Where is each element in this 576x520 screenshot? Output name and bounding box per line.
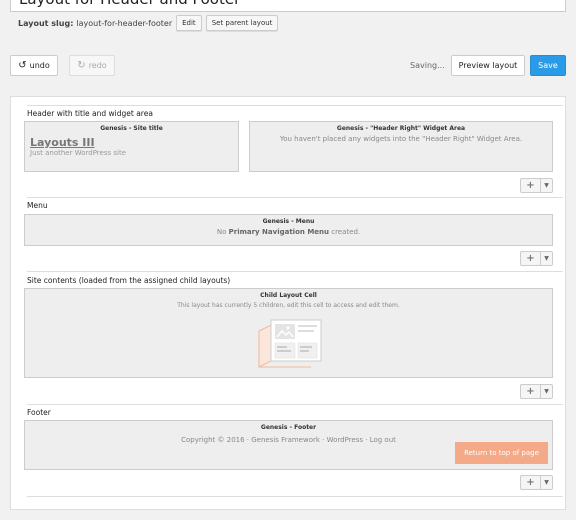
row-title-contents: Site contents (loaded from the assigned … — [27, 276, 231, 285]
footer-cell[interactable]: Genesis - Footer Copyright © 2016 · Gene… — [24, 420, 553, 470]
row-title-header: Header with title and widget area — [27, 109, 153, 118]
header-right-widget-cell[interactable]: Genesis - "Header Right" Widget Area You… — [249, 121, 553, 172]
row-title-menu: Menu — [27, 201, 48, 210]
add-icon[interactable]: + — [521, 476, 541, 489]
row-separator — [27, 271, 563, 272]
add-cell-control[interactable]: + ▼ — [520, 384, 553, 399]
redo-icon: ↻ — [77, 60, 86, 71]
cell-title: Genesis - Site title — [100, 125, 163, 132]
save-button[interactable]: Save — [530, 55, 566, 76]
set-parent-layout-button[interactable]: Set parent layout — [205, 15, 279, 31]
undo-label: undo — [29, 61, 50, 70]
row-separator — [27, 197, 563, 198]
caret-down-icon[interactable]: ▼ — [541, 476, 552, 489]
add-icon[interactable]: + — [521, 179, 541, 192]
site-name-link[interactable]: Layouts III — [30, 136, 238, 149]
slug-row: Layout slug: layout-for-header-footer Ed… — [18, 14, 282, 32]
cell-title: Child Layout Cell — [260, 292, 317, 299]
add-icon[interactable]: + — [521, 252, 541, 265]
caret-down-icon[interactable]: ▼ — [541, 252, 552, 265]
undo-icon: ↺ — [18, 60, 27, 71]
undo-button[interactable]: ↺ undo — [10, 55, 58, 76]
menu-cell[interactable]: Genesis - Menu No Primary Navigation Men… — [24, 214, 553, 246]
return-to-top-button[interactable]: Return to top of page — [455, 442, 548, 464]
cell-title: Genesis - Menu — [262, 218, 315, 225]
add-cell-control[interactable]: + ▼ — [520, 475, 553, 490]
layout-title-input[interactable] — [10, 0, 566, 12]
site-tagline: Just another WordPress site — [30, 149, 127, 157]
child-layout-cell[interactable]: Child Layout Cell This layout has curren… — [24, 288, 553, 378]
caret-down-icon[interactable]: ▼ — [541, 385, 552, 398]
site-title-cell[interactable]: Genesis - Site title Layouts III Just an… — [24, 121, 239, 172]
add-cell-control[interactable]: + ▼ — [520, 251, 553, 266]
row-separator — [27, 105, 563, 106]
preview-layout-button[interactable]: Preview layout — [451, 55, 525, 76]
add-cell-control[interactable]: + ▼ — [520, 178, 553, 193]
edit-slug-button[interactable]: Edit — [176, 15, 202, 31]
redo-button[interactable]: ↻ redo — [69, 55, 115, 76]
layout-editor-panel: Header with title and widget area Genesi… — [10, 96, 566, 510]
saving-status: Saving... — [410, 61, 445, 70]
row-separator — [27, 404, 563, 405]
add-icon[interactable]: + — [521, 385, 541, 398]
cell-text: This layout has currently 5 children, ed… — [177, 302, 400, 309]
redo-label: redo — [88, 61, 107, 70]
caret-down-icon[interactable]: ▼ — [541, 179, 552, 192]
cell-title: Genesis - "Header Right" Widget Area — [336, 125, 466, 132]
row-separator — [27, 496, 563, 497]
slug-value: layout-for-header-footer — [76, 18, 173, 28]
cell-title: Genesis - Footer — [260, 424, 317, 431]
child-layouts-illustration-icon — [258, 319, 322, 368]
cell-text: No Primary Navigation Menu created. — [216, 228, 361, 236]
slug-label: Layout slug: — [18, 18, 74, 28]
row-title-footer: Footer — [27, 408, 51, 417]
cell-text: You haven't placed any widgets into the … — [279, 135, 523, 143]
